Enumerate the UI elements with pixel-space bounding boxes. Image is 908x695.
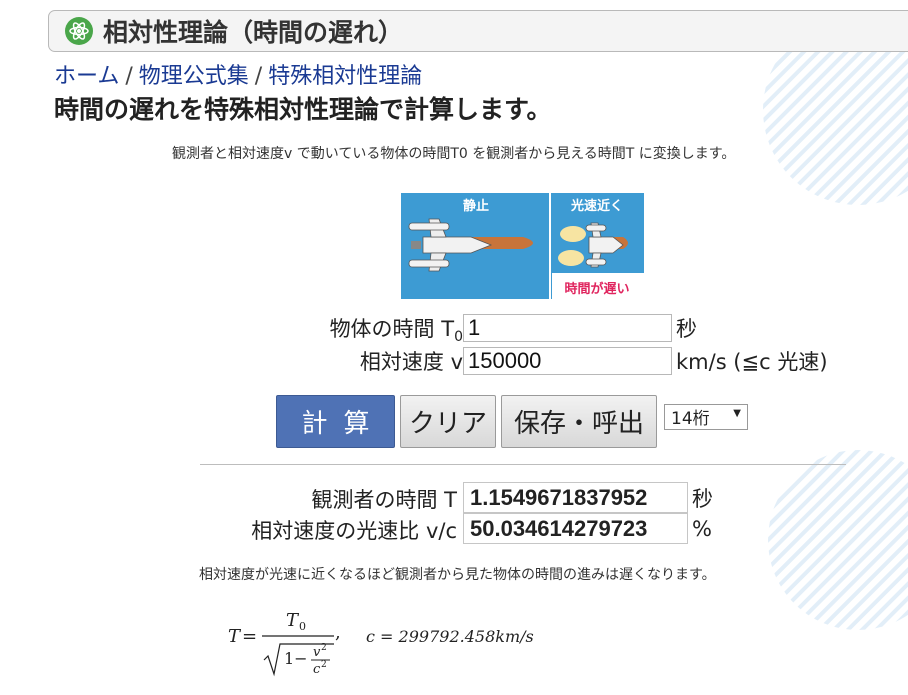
formula-numerator: T xyxy=(286,610,300,631)
background-stripes xyxy=(768,450,908,630)
formula-lhs: T xyxy=(228,626,242,647)
t0-unit: 秒 xyxy=(676,317,697,341)
formula-equals: = xyxy=(242,626,257,647)
t0-label: 物体の時間 T0 xyxy=(330,313,463,345)
digits-select[interactable]: 14桁 ▼ xyxy=(664,403,748,430)
velocity-input[interactable] xyxy=(463,347,672,375)
formula-v-power: 2 xyxy=(321,643,327,653)
formula-c-power: 2 xyxy=(321,660,327,670)
breadcrumb-separator: / xyxy=(254,64,263,89)
digits-select-value: 14桁 xyxy=(671,409,710,429)
result-ratio-unit: % xyxy=(692,516,712,541)
illustration-caption: 時間が遅い xyxy=(564,281,629,297)
illustration-rest-label: 静止 xyxy=(463,198,489,214)
formula-c-definition: c = 299792.458km/s xyxy=(366,627,534,646)
time-dilation-illustration: 静止 光速近く 時間が遅い xyxy=(401,193,644,299)
t0-label-text: 物体の時間 T xyxy=(329,317,455,341)
result-ratio-label: 相対速度の光速比 v/c xyxy=(251,518,457,543)
atom-icon xyxy=(65,17,93,45)
page-title: 相対性理論（時間の遅れ） xyxy=(103,18,404,47)
save-load-button[interactable]: 保存・呼出 xyxy=(501,395,657,448)
result-row-ratio: 相対速度の光速比 v/c 50.034614279723 % xyxy=(0,513,712,544)
result-t-value: 1.1549671837952 xyxy=(463,482,688,513)
t0-input[interactable] xyxy=(463,314,672,342)
formula-c: c xyxy=(313,662,321,677)
calculate-button[interactable]: 計算 xyxy=(276,395,395,448)
note-text: 相対速度が光速に近くなるほど観測者から見た物体の時間の進みは遅くなります。 xyxy=(199,567,716,583)
page-heading: 時間の遅れを特殊相対性理論で計算します。 xyxy=(54,95,552,124)
formula-v: v xyxy=(313,645,321,660)
result-t-unit: 秒 xyxy=(692,486,713,511)
t0-label-subscript: 0 xyxy=(454,329,463,346)
clear-button[interactable]: クリア xyxy=(400,395,496,448)
breadcrumb-formulas-link[interactable]: 物理公式集 xyxy=(139,64,249,89)
result-row-t: 観測者の時間 T 1.1549671837952 秒 xyxy=(0,482,713,513)
action-buttons: 計算 クリア 保存・呼出 14桁 ▼ xyxy=(276,395,748,448)
v-label: 相対速度 v xyxy=(359,350,463,374)
input-row-t0: 物体の時間 T0 秒 xyxy=(0,313,697,345)
time-dilation-formula: T = T 0 1− v 2 c 2 , c = 299792.458km/s xyxy=(228,610,534,677)
result-ratio-value: 50.034614279723 xyxy=(463,513,688,544)
result-t-label: 観測者の時間 T xyxy=(311,487,457,512)
description-text: 観測者と相対速度v で動いている物体の時間T0 を観測者から見える時間T に変換… xyxy=(172,146,736,162)
breadcrumb: ホーム / 物理公式集 / 特殊相対性理論 xyxy=(54,58,422,90)
breadcrumb-home-link[interactable]: ホーム xyxy=(54,64,119,89)
breadcrumb-separator: / xyxy=(125,64,133,89)
formula-comma: , xyxy=(335,622,341,643)
illustration-fast-label: 光速近く xyxy=(570,198,623,214)
formula-one-minus: 1− xyxy=(284,649,308,668)
divider xyxy=(200,464,846,465)
dropdown-arrow-icon: ▼ xyxy=(733,407,741,419)
title-bar: 相対性理論（時間の遅れ） xyxy=(48,10,908,52)
formula-numerator-sub: 0 xyxy=(299,620,306,633)
input-row-v: 相対速度 v km/s (≦c 光速) xyxy=(0,346,828,376)
velocity-unit: km/s (≦c 光速) xyxy=(676,350,828,374)
breadcrumb-relativity-link[interactable]: 特殊相対性理論 xyxy=(268,64,422,89)
